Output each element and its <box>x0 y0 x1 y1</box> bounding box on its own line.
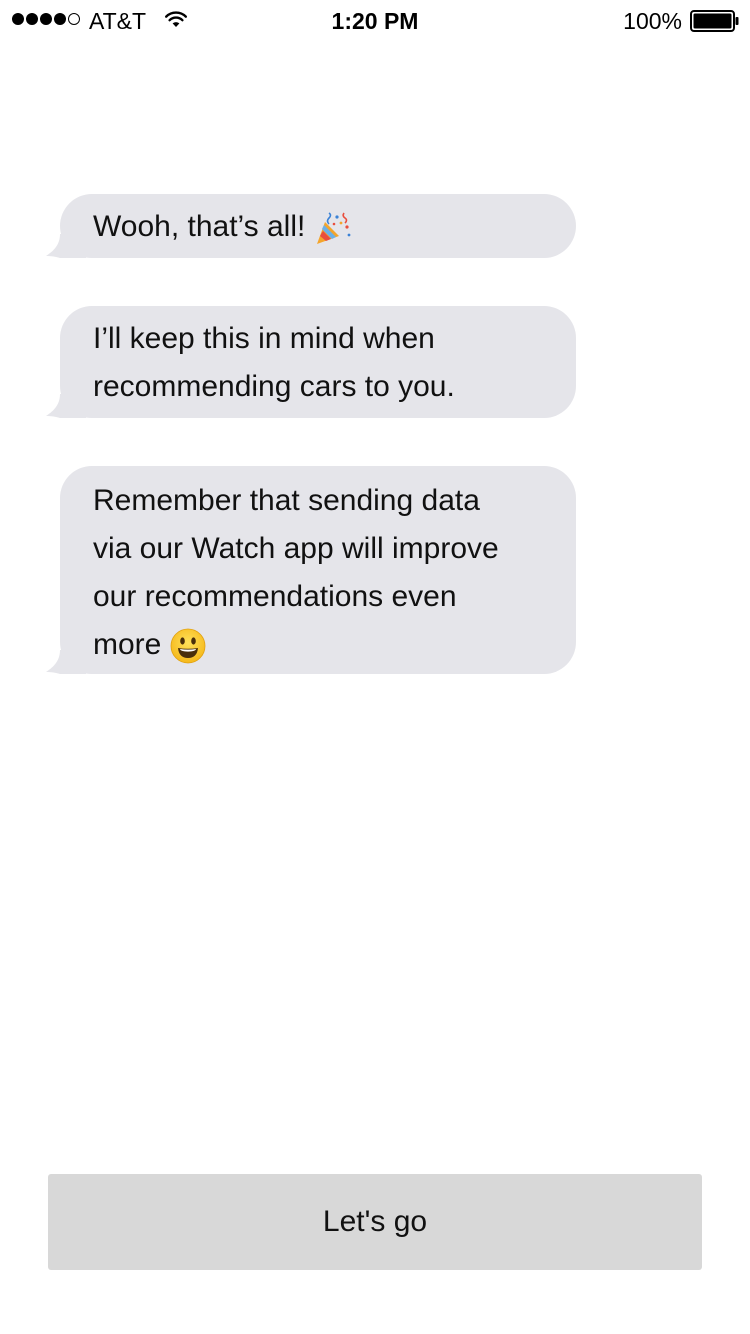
lets-go-button[interactable]: Let's go <box>48 1174 702 1270</box>
message-text-line: via our Watch app will improve <box>93 532 499 565</box>
message-text-line: recommending cars to you. <box>93 370 455 403</box>
smiling-face-icon <box>170 628 206 664</box>
message-text-line: our recommendations even <box>93 580 457 613</box>
battery-full-icon <box>690 10 739 32</box>
chat-bubble: Wooh, that’s all! <box>46 194 576 258</box>
message-text-line: Remember that sending data <box>93 484 480 517</box>
chat-bubble: I’ll keep this in mind when recommending… <box>46 306 576 418</box>
bubble-tail <box>46 650 86 674</box>
status-bar: AT&T 1:20 PM 100% <box>0 0 750 40</box>
battery-percentage: 100% <box>623 8 682 34</box>
bubble-tail <box>46 394 86 418</box>
chat-bubble: Remember that sending data via our Watch… <box>46 466 576 674</box>
message-text-line: more <box>93 621 546 669</box>
message-text: Wooh, that’s all! <box>93 203 546 251</box>
party-popper-icon <box>316 212 351 245</box>
bubble-tail <box>46 234 86 258</box>
message-text-line: I’ll keep this in mind when <box>93 322 435 355</box>
